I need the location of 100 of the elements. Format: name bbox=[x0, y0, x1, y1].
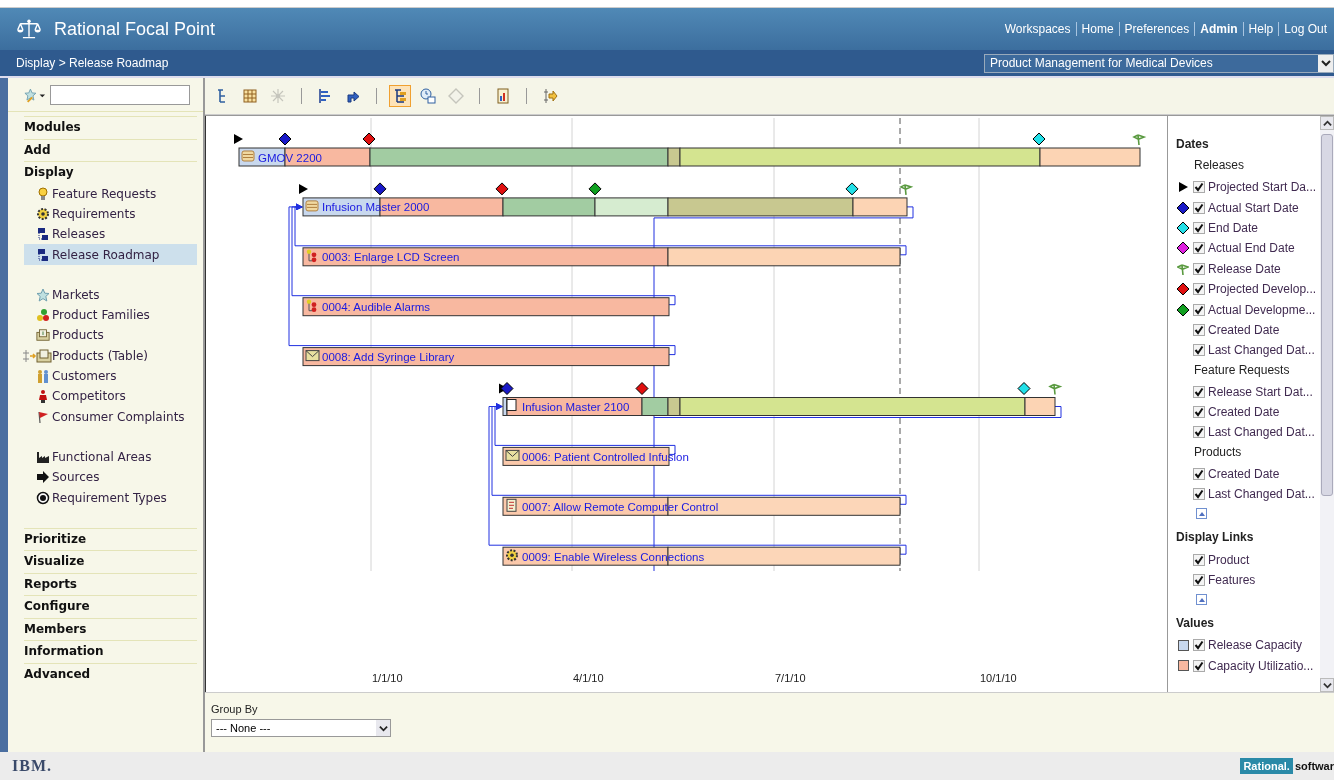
nav-item[interactable]: Releases bbox=[24, 224, 197, 245]
checkbox[interactable] bbox=[1193, 283, 1205, 296]
checkbox[interactable] bbox=[1193, 467, 1205, 480]
app-title: Rational Focal Point bbox=[54, 18, 216, 40]
flag-marker bbox=[899, 184, 914, 196]
axis-label: 7/1/10 bbox=[775, 672, 806, 684]
checkbox[interactable] bbox=[1193, 639, 1205, 652]
diamond-marker bbox=[362, 132, 376, 146]
legend-label[interactable]: End Date bbox=[1208, 220, 1259, 235]
collapse-button[interactable] bbox=[1196, 594, 1207, 606]
people-icon bbox=[36, 369, 50, 383]
toolbar-button[interactable] bbox=[389, 85, 411, 107]
nav-item[interactable]: Products bbox=[24, 325, 197, 346]
checkbox[interactable] bbox=[1193, 242, 1205, 255]
legend-label[interactable]: Actual Developme... bbox=[1208, 302, 1316, 317]
legend-label[interactable]: Actual End Date bbox=[1208, 241, 1295, 256]
nav-item[interactable]: Consumer Complaints bbox=[24, 406, 197, 427]
dots-icon bbox=[36, 308, 50, 323]
legend-label[interactable]: Projected Start Da... bbox=[1208, 180, 1317, 195]
nav-item[interactable]: Markets bbox=[24, 284, 197, 305]
star-key-icon[interactable] bbox=[24, 87, 46, 103]
bar-segment[interactable] bbox=[667, 397, 681, 416]
header-link[interactable]: Home bbox=[1075, 22, 1119, 36]
axis-label: 10/1/10 bbox=[980, 672, 1017, 684]
header-link[interactable]: Preferences bbox=[1118, 22, 1195, 36]
header-link[interactable]: Workspaces bbox=[999, 22, 1076, 36]
legend-label[interactable]: Last Changed Dat... bbox=[1208, 425, 1315, 440]
section-header[interactable]: Visualize bbox=[24, 550, 197, 573]
nav-item[interactable]: Release Roadmap bbox=[24, 244, 197, 265]
checkbox[interactable] bbox=[1193, 553, 1205, 566]
nav-item[interactable]: Requirement Types bbox=[24, 487, 197, 508]
search-field[interactable] bbox=[50, 85, 190, 105]
checkbox[interactable] bbox=[1193, 262, 1205, 275]
bar-label[interactable]: 0008: Add Syringe Library bbox=[322, 351, 455, 364]
legend-label[interactable]: Product bbox=[1208, 552, 1250, 567]
legend-label[interactable]: Created Date bbox=[1208, 466, 1280, 481]
legend-label[interactable]: Last Changed Dat... bbox=[1208, 487, 1315, 502]
legend-label[interactable]: Projected Develop... bbox=[1208, 282, 1317, 297]
checkbox[interactable] bbox=[1193, 659, 1205, 672]
section-header[interactable]: Display bbox=[24, 161, 197, 184]
header-link[interactable]: Log Out bbox=[1278, 22, 1332, 36]
checkbox[interactable] bbox=[1193, 426, 1205, 439]
checkbox[interactable] bbox=[1193, 181, 1205, 194]
section-header[interactable]: Configure bbox=[24, 595, 197, 618]
bar-segment[interactable] bbox=[1024, 397, 1056, 416]
checkbox[interactable] bbox=[1193, 488, 1205, 501]
bar-label[interactable]: Infusion Master 2100 bbox=[522, 401, 630, 413]
checkbox[interactable] bbox=[1193, 303, 1205, 316]
header-link[interactable]: Help bbox=[1242, 22, 1279, 36]
checkbox[interactable] bbox=[1193, 574, 1205, 587]
section-header[interactable]: Members bbox=[24, 617, 197, 641]
bar-label[interactable]: 0006: Patient Controlled Infusion bbox=[522, 450, 689, 463]
product-wordmark: softwar bbox=[1293, 760, 1334, 772]
bar-label[interactable]: 0003: Enlarge LCD Screen bbox=[322, 251, 460, 264]
workspace-select[interactable]: Product Management for Medical Devices bbox=[984, 53, 1334, 73]
legend-label[interactable]: Release Capacity bbox=[1208, 638, 1303, 653]
legend-label[interactable]: Created Date bbox=[1208, 405, 1280, 420]
checkbox[interactable] bbox=[1193, 406, 1205, 419]
bar-segment[interactable] bbox=[302, 297, 670, 317]
legend-label[interactable]: Release Date bbox=[1208, 261, 1281, 276]
section-header[interactable]: Advanced bbox=[24, 662, 197, 686]
nav-item[interactable]: Functional Areas bbox=[24, 446, 197, 468]
gear-icon bbox=[36, 206, 50, 221]
toolbar-button[interactable] bbox=[417, 85, 439, 107]
header-link[interactable]: Admin bbox=[1194, 22, 1243, 36]
checkbox[interactable] bbox=[1193, 221, 1205, 234]
nav-item[interactable]: Products (Table) bbox=[24, 345, 197, 366]
section-header[interactable]: Prioritize bbox=[24, 527, 197, 551]
legend-label[interactable]: Created Date bbox=[1208, 322, 1280, 337]
checkbox[interactable] bbox=[1193, 323, 1205, 336]
legend-label[interactable]: Features bbox=[1208, 573, 1256, 588]
bar-label[interactable]: 0004: Audible Alarms bbox=[322, 301, 431, 314]
legend-label[interactable]: Capacity Utilizatio... bbox=[1208, 658, 1314, 673]
nav-item[interactable]: Feature Requests bbox=[24, 183, 197, 204]
nav-item[interactable]: Sources bbox=[24, 467, 197, 488]
nav-item[interactable]: Product Families bbox=[24, 305, 197, 326]
section-header[interactable]: Modules bbox=[24, 116, 197, 139]
section-header[interactable]: Information bbox=[24, 640, 197, 663]
legend-label[interactable]: Actual Start Date bbox=[1208, 200, 1299, 215]
collapse-button[interactable] bbox=[1196, 508, 1207, 520]
nav-item[interactable]: Customers bbox=[24, 365, 197, 387]
bar-segment[interactable] bbox=[641, 397, 669, 416]
checkbox[interactable] bbox=[1193, 344, 1205, 357]
triangle-marker bbox=[1179, 182, 1188, 193]
diamond-marker bbox=[278, 132, 292, 146]
checkbox[interactable] bbox=[1193, 385, 1205, 398]
nav-item[interactable]: Competitors bbox=[24, 386, 197, 407]
bar-segment[interactable] bbox=[302, 347, 670, 367]
nav-item[interactable]: Requirements bbox=[24, 203, 197, 225]
clock-icon bbox=[420, 88, 436, 104]
section-header[interactable]: Add bbox=[24, 138, 197, 161]
diamond-marker bbox=[588, 182, 602, 196]
bar-segment[interactable] bbox=[679, 397, 1026, 416]
checkbox[interactable] bbox=[1193, 201, 1205, 214]
bar-segment[interactable] bbox=[506, 397, 643, 416]
section-header[interactable]: Reports bbox=[24, 572, 197, 596]
group-by-select[interactable]: --- None --- bbox=[211, 719, 391, 737]
legend-label[interactable]: Release Start Dat... bbox=[1208, 384, 1313, 399]
scrollbar[interactable] bbox=[1320, 116, 1334, 692]
legend-label[interactable]: Last Changed Dat... bbox=[1208, 343, 1315, 358]
